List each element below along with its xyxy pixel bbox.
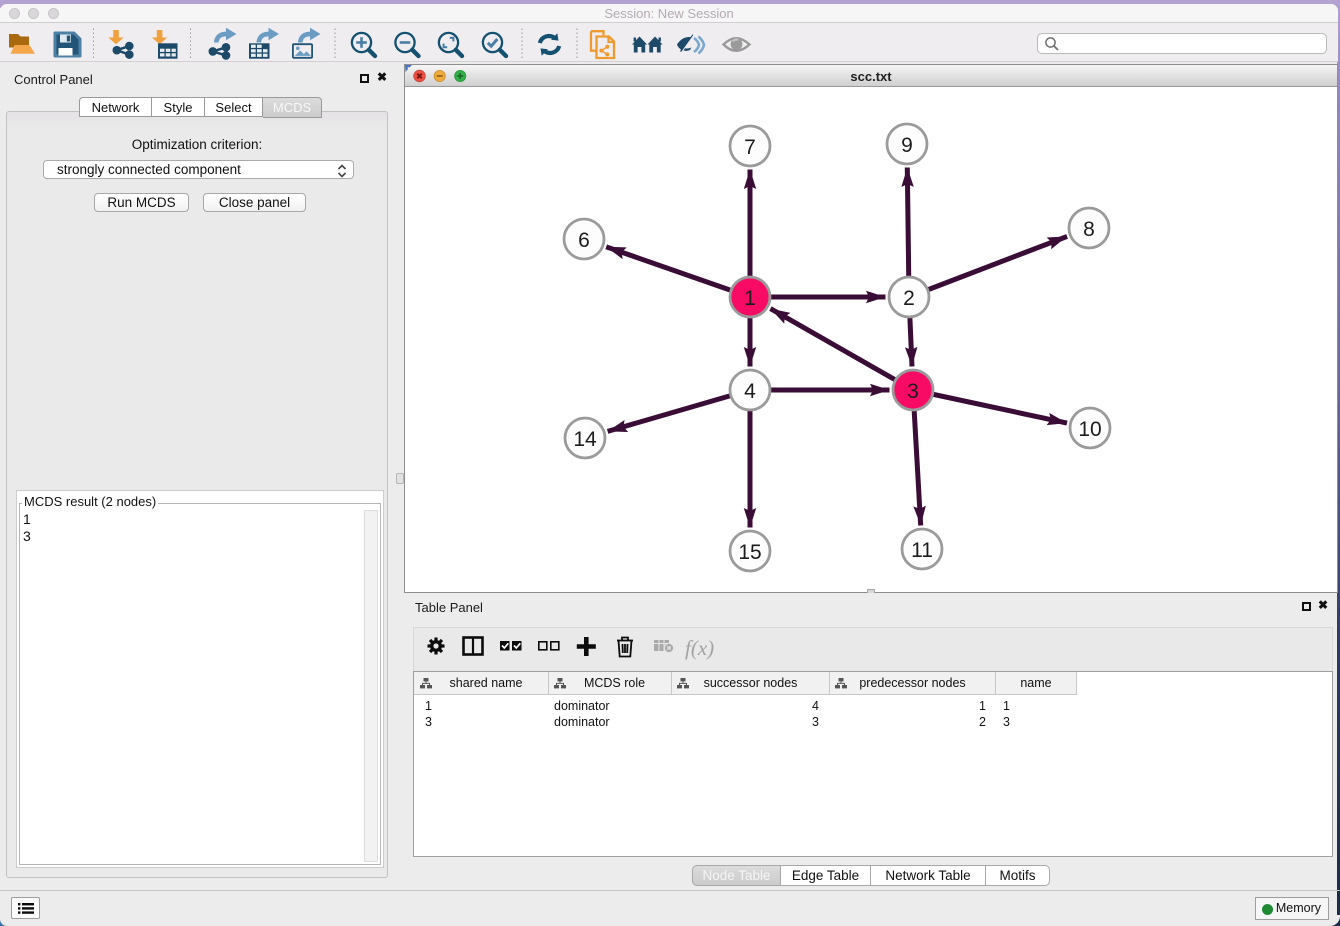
svg-text:7: 7 — [744, 136, 756, 159]
svg-text:2: 2 — [903, 287, 915, 310]
svg-text:10: 10 — [1078, 418, 1101, 441]
svg-text:11: 11 — [911, 539, 933, 562]
svg-text:9: 9 — [901, 134, 913, 157]
svg-text:15: 15 — [738, 541, 761, 564]
svg-text:14: 14 — [573, 428, 597, 451]
svg-text:6: 6 — [578, 229, 590, 252]
svg-text:8: 8 — [1083, 218, 1095, 241]
svg-text:1: 1 — [744, 287, 756, 310]
svg-text:4: 4 — [744, 380, 756, 403]
svg-text:3: 3 — [907, 380, 919, 403]
svg-text:f(x): f(x) — [685, 636, 714, 660]
